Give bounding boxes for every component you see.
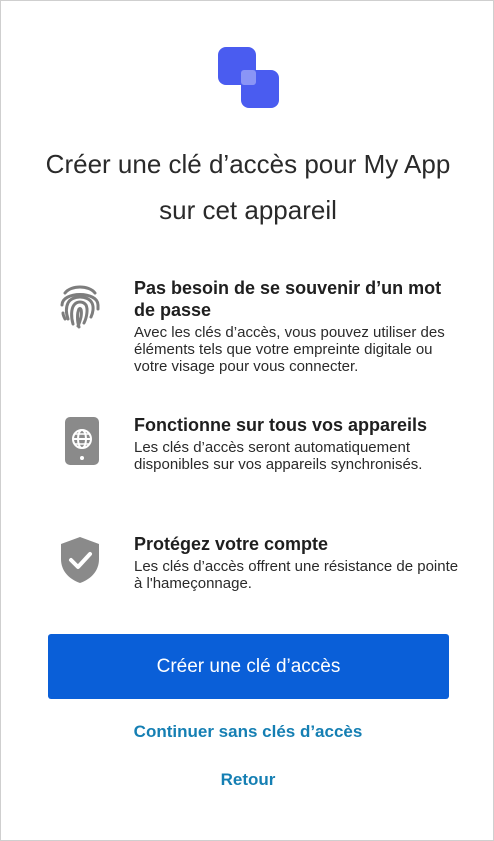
device-icon: [65, 417, 99, 465]
feature-description: Les clés d’accès offrent une résistance …: [134, 558, 459, 592]
feature-description: Avec les clés d’accès, vous pouvez utili…: [134, 324, 445, 375]
fingerprint-icon: [60, 285, 100, 329]
feature-heading: Pas besoin de se souvenir d’un mot de pa…: [134, 278, 442, 320]
feature-text: Protégez votre compte Les clés d’accès o…: [134, 533, 464, 592]
app-logo-icon: [218, 47, 279, 108]
feature-heading: Fonctionne sur tous vos appareils: [134, 415, 428, 435]
continue-without-passkey-link[interactable]: Continuer sans clés d’accès: [1, 722, 494, 742]
page-title: Créer une clé d’accès pour My App sur ce…: [45, 149, 451, 225]
feature-heading: Protégez votre compte: [134, 534, 329, 554]
feature-text: Fonctionne sur tous vos appareils Les cl…: [134, 414, 464, 473]
back-link[interactable]: Retour: [1, 770, 494, 790]
feature-text: Pas besoin de se souvenir d’un mot de pa…: [134, 277, 464, 375]
create-passkey-button[interactable]: Créer une clé d’accès: [48, 634, 449, 699]
shield-check-icon: [61, 537, 99, 583]
passkey-dialog: Créer une clé d’accès pour My App sur ce…: [0, 0, 494, 841]
feature-description: Les clés d’accès seront automatiquement …: [134, 439, 423, 473]
